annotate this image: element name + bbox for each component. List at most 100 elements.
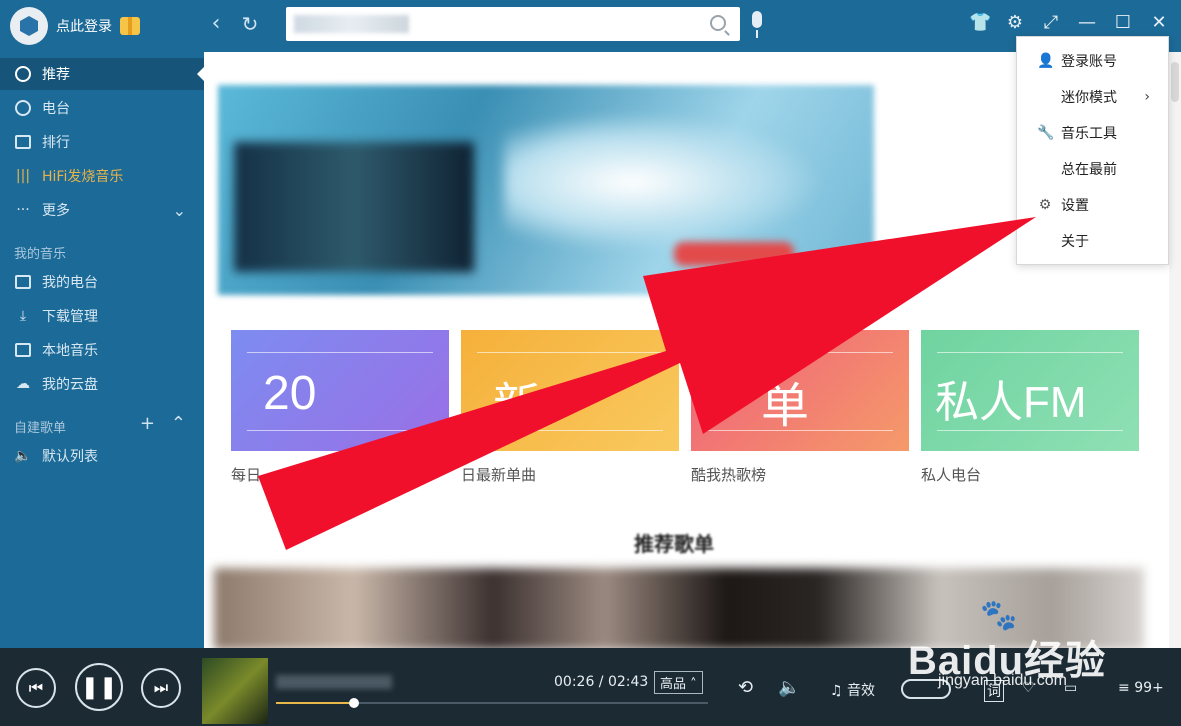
dots-icon: ··· <box>16 202 30 218</box>
settings-menu: 👤 登录账号 迷你模式 › 🔧 音乐工具 总在最前 ⚙ 设置 关于 <box>1016 36 1169 265</box>
maximize-icon[interactable]: ☐ <box>1113 12 1133 34</box>
album-cover[interactable] <box>202 658 268 724</box>
gift-icon[interactable] <box>120 17 140 35</box>
repeat-icon[interactable]: ⟲ <box>738 677 753 698</box>
sound-effect-button[interactable]: ♫ 音效 <box>830 680 875 700</box>
quality-selector[interactable]: 高品 ˄ <box>654 671 703 694</box>
menu-item-settings[interactable]: ⚙ 设置 <box>1017 187 1170 223</box>
sidebar-item-local-music[interactable]: 本地音乐 <box>0 334 204 366</box>
sidebar-item-default-list[interactable]: 🔈 默认列表 <box>0 440 204 472</box>
sidebar-item-ranking[interactable]: 排行 <box>0 126 204 158</box>
refresh-icon[interactable]: ↻ <box>238 12 262 36</box>
mini-mode-icon[interactable]: ⤢ <box>1041 12 1061 34</box>
private-fm-card[interactable]: 私人FM <box>921 330 1139 451</box>
volume-icon[interactable]: 🔈 <box>778 677 800 698</box>
song-title-blurred[interactable] <box>276 675 392 689</box>
cloud-icon: ☁ <box>16 376 30 392</box>
card-title: 单 <box>761 380 810 433</box>
card-caption[interactable]: 每日 <box>231 464 261 485</box>
hifi-wave-icon: ||| <box>15 168 31 184</box>
back-icon[interactable]: ‹ <box>204 12 228 36</box>
sidebar-item-cloud[interactable]: ☁ 我的云盘 <box>0 368 204 400</box>
menu-item-music-tools[interactable]: 🔧 音乐工具 <box>1017 115 1170 151</box>
playlist-row-blurred[interactable] <box>214 568 1144 648</box>
music-note-icon <box>14 65 32 83</box>
sidebar-item-my-radio[interactable]: 我的电台 <box>0 266 204 298</box>
hot-chart-card[interactable]: 单 <box>691 330 909 451</box>
progress-bar[interactable] <box>276 698 708 708</box>
search-input[interactable] <box>286 7 740 41</box>
sidebar-item-downloads[interactable]: ⤓ 下载管理 <box>0 300 204 332</box>
wrench-icon: 🔧 <box>1037 125 1055 141</box>
next-button[interactable]: ⏭ <box>141 668 181 708</box>
sound-effect-label: 音效 <box>847 683 876 699</box>
search-icon[interactable] <box>710 15 726 31</box>
brand[interactable]: 点此登录 <box>10 7 140 45</box>
sidebar-item-label: 我的电台 <box>42 275 98 291</box>
progress-knob[interactable] <box>348 698 359 708</box>
speaker-icon: 🔈 <box>14 448 32 464</box>
lyrics-button[interactable]: 词 <box>984 680 1004 702</box>
close-icon[interactable]: ✕ <box>1149 12 1169 34</box>
user-icon: 👤 <box>1037 53 1055 69</box>
window-controls: 👕 ⚙ ⤢ — ☐ ✕ <box>969 12 1169 34</box>
menu-item-mini-mode[interactable]: 迷你模式 › <box>1017 79 1170 115</box>
minimize-icon[interactable]: — <box>1077 12 1097 34</box>
menu-item-label: 关于 <box>1061 234 1089 250</box>
pause-button[interactable]: ❚❚ <box>75 663 123 711</box>
sidebar-item-label: 推荐 <box>42 67 70 83</box>
card-caption[interactable]: 酷我热歌榜 <box>691 464 766 485</box>
menu-item-label: 登录账号 <box>1061 54 1117 70</box>
chevron-up-icon[interactable]: ⌃ <box>171 413 186 434</box>
gear-icon[interactable]: ⚙ <box>1005 12 1025 34</box>
playlist-tools: + ⌃ <box>140 413 186 434</box>
menu-item-always-on-top[interactable]: 总在最前 <box>1017 151 1170 187</box>
chart-icon <box>14 133 32 151</box>
menu-item-label: 设置 <box>1061 198 1089 214</box>
sidebar-item-radio[interactable]: 电台 <box>0 92 204 124</box>
heart-icon[interactable]: ♡ <box>1022 680 1035 696</box>
sidebar: 推荐 电台 排行 ||| HiFi发烧音乐 ··· 更多 ⌄ 我的音乐 我的电台… <box>0 52 204 648</box>
top-bar: 点此登录 ‹ ↻ 👕 ⚙ ⤢ — ☐ ✕ <box>0 0 1181 52</box>
sidebar-item-recommend[interactable]: 推荐 <box>0 58 204 90</box>
add-playlist-icon[interactable]: + <box>140 413 155 434</box>
toggle-switch[interactable] <box>901 679 951 699</box>
lyrics-label: 词 <box>987 684 1001 700</box>
login-link[interactable]: 点此登录 <box>56 16 112 36</box>
daily-card[interactable]: 20 <box>231 330 449 451</box>
card-title: 私人FM <box>935 378 1087 427</box>
sidebar-item-hifi[interactable]: ||| HiFi发烧音乐 <box>0 160 204 192</box>
menu-item-login[interactable]: 👤 登录账号 <box>1017 43 1170 79</box>
sidebar-item-label: 本地音乐 <box>42 343 98 359</box>
menu-item-label: 总在最前 <box>1061 162 1117 178</box>
monitor-icon <box>14 341 32 359</box>
card-caption[interactable]: 日最新单曲 <box>461 464 536 485</box>
card-caption[interactable]: 私人电台 <box>921 464 981 485</box>
previous-button[interactable]: ⏮ <box>16 668 56 708</box>
time-current: 00:26 <box>554 674 595 690</box>
chevron-right-icon: › <box>1144 89 1150 105</box>
sidebar-item-label: HiFi发烧音乐 <box>42 169 124 185</box>
playlist-title: 自建歌单 <box>14 421 67 436</box>
progress-fill <box>276 702 354 704</box>
shirt-icon[interactable]: 👕 <box>969 12 991 34</box>
card-title: 20 <box>263 367 317 420</box>
search-text-blurred <box>294 15 409 33</box>
banner-image-part <box>504 112 824 252</box>
chevron-down-icon[interactable]: ⌄ <box>173 201 186 220</box>
radio-icon <box>14 99 32 117</box>
download-icon: ⤓ <box>19 308 27 324</box>
sidebar-item-more[interactable]: ··· 更多 ⌄ <box>0 194 204 226</box>
mic-icon[interactable] <box>749 11 765 39</box>
window-icon[interactable]: ▭ <box>1064 680 1077 696</box>
sidebar-item-label: 排行 <box>42 135 70 151</box>
menu-item-about[interactable]: 关于 <box>1017 223 1170 259</box>
time-readout: 00:26 / 02:43 <box>554 674 649 690</box>
menu-item-label: 迷你模式 <box>1061 90 1117 106</box>
sidebar-item-label: 我的云盘 <box>42 377 98 393</box>
playlist-count: 99+ <box>1134 680 1164 696</box>
app-logo[interactable] <box>10 7 48 45</box>
new-songs-card[interactable]: 新 <box>461 330 679 451</box>
scrollbar[interactable] <box>1169 52 1181 648</box>
playlist-button[interactable]: ≡ 99+ <box>1118 680 1164 696</box>
